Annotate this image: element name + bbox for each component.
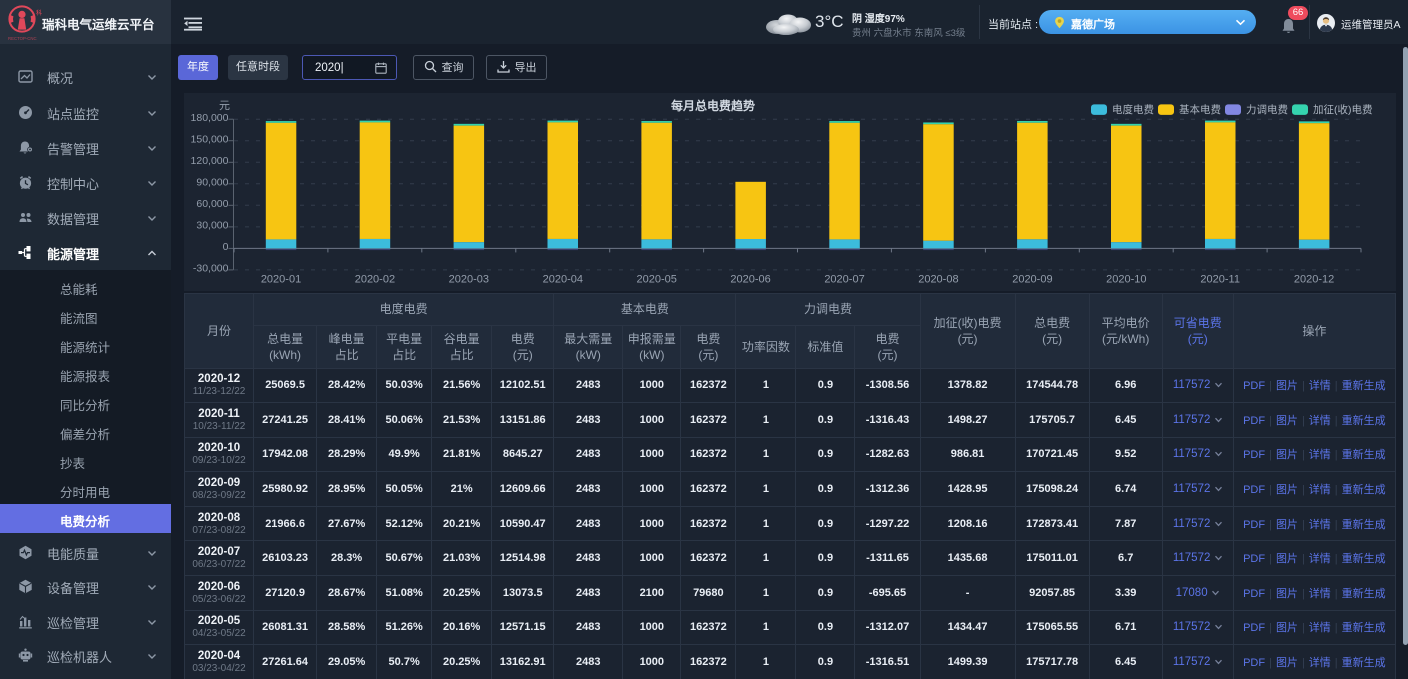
svg-text:2020-01: 2020-01 [261, 274, 301, 286]
svg-text:2020-07: 2020-07 [824, 274, 864, 286]
svg-text:0: 0 [223, 241, 229, 253]
svg-text:180,000: 180,000 [191, 112, 229, 124]
svg-text:-30,000: -30,000 [193, 263, 229, 275]
svg-text:电度电费: 电度电费 [1112, 103, 1154, 116]
svg-text:2020-12: 2020-12 [1294, 274, 1334, 286]
svg-text:90,000: 90,000 [196, 177, 228, 189]
svg-text:2020-02: 2020-02 [355, 274, 395, 286]
svg-text:30,000: 30,000 [196, 220, 228, 232]
svg-text:加征(收)电费: 加征(收)电费 [1313, 103, 1373, 116]
svg-text:2020-03: 2020-03 [449, 274, 489, 286]
svg-text:150,000: 150,000 [191, 134, 229, 146]
svg-text:2020-05: 2020-05 [637, 274, 677, 286]
svg-text:2020-04: 2020-04 [543, 274, 583, 286]
svg-text:每月总电费趋势: 每月总电费趋势 [671, 98, 755, 113]
svg-text:2020-11: 2020-11 [1200, 274, 1240, 286]
svg-text:2020-09: 2020-09 [1012, 274, 1052, 286]
svg-text:120,000: 120,000 [191, 155, 229, 167]
svg-text:力调电费: 力调电费 [1246, 103, 1288, 116]
svg-text:基本电费: 基本电费 [1179, 103, 1221, 116]
svg-text:元: 元 [219, 100, 230, 112]
svg-text:2020-08: 2020-08 [918, 274, 958, 286]
svg-text:2020-06: 2020-06 [730, 274, 770, 286]
svg-text:2020-10: 2020-10 [1106, 274, 1146, 286]
svg-text:60,000: 60,000 [196, 198, 228, 210]
